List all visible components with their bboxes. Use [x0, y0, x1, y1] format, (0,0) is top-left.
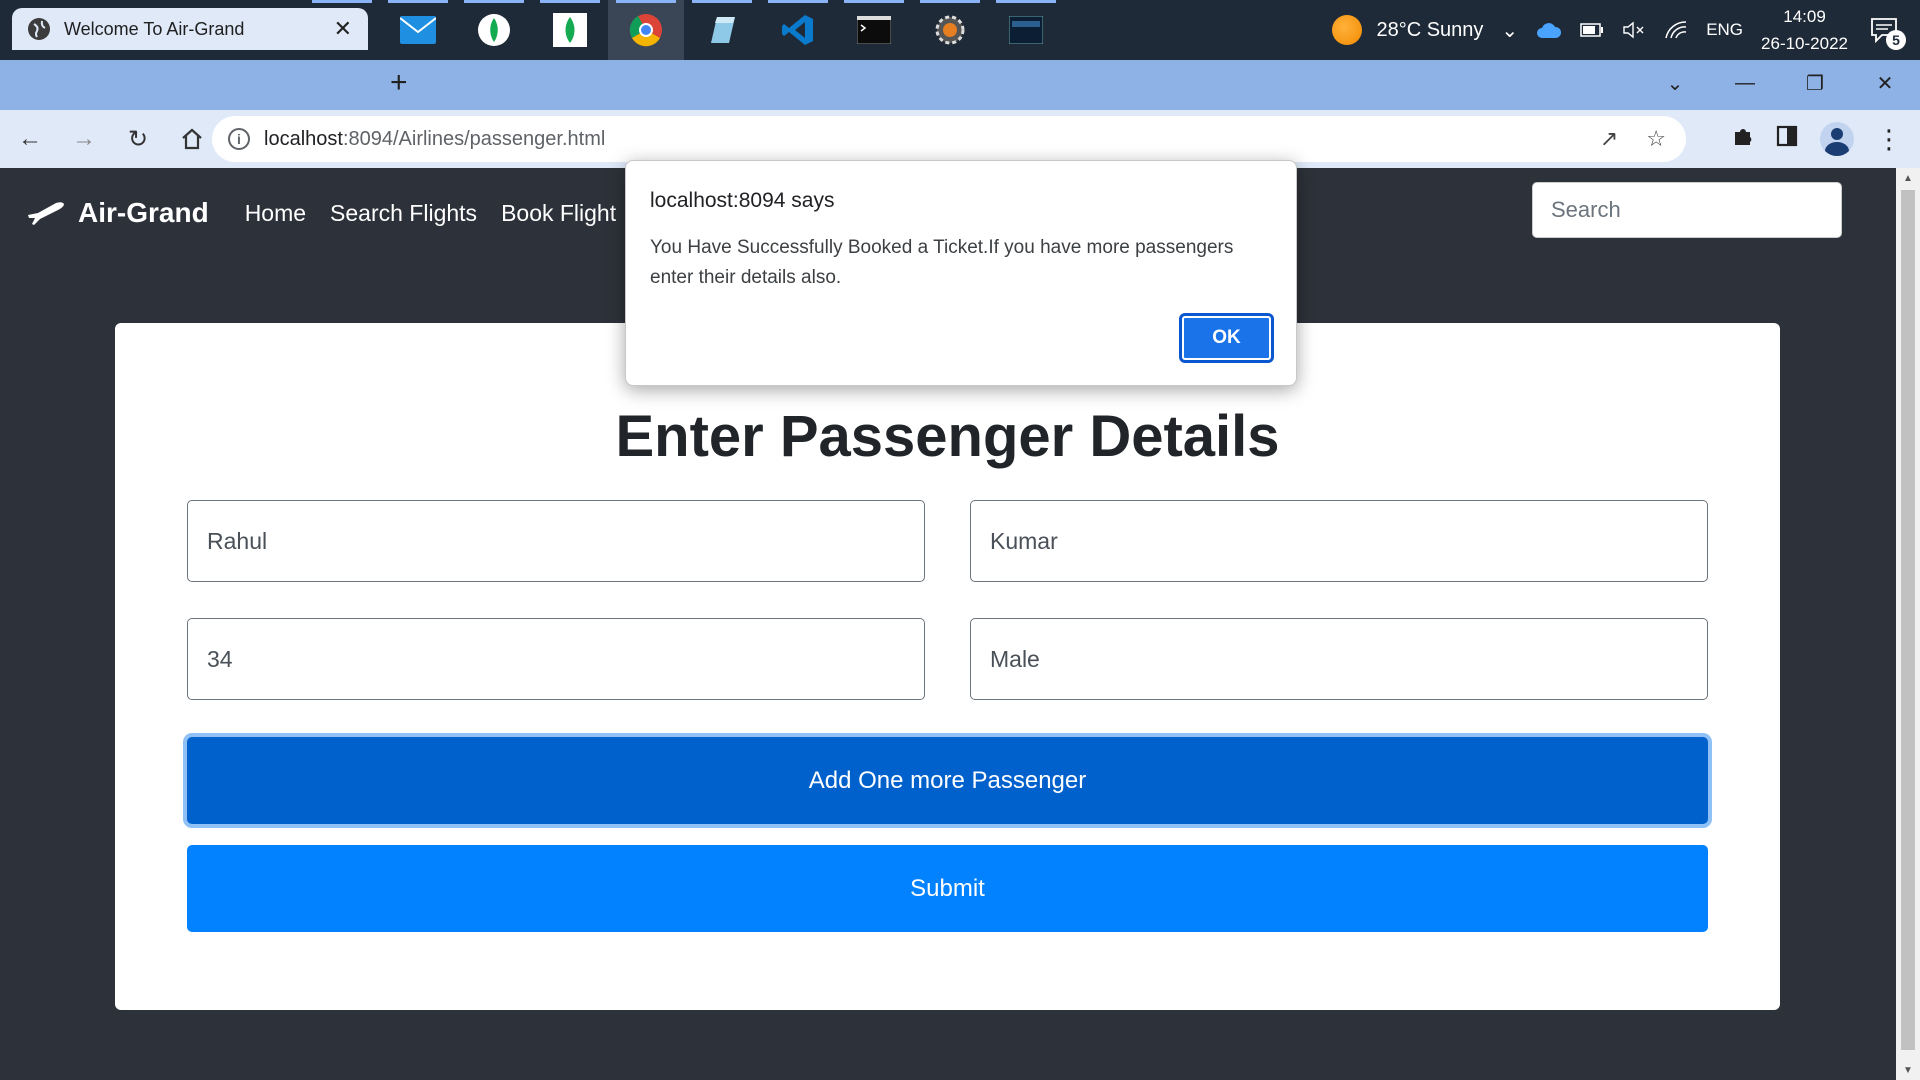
restore-icon[interactable]: ❐ — [1780, 60, 1850, 106]
brand-logo[interactable]: Air-Grand — [26, 197, 209, 229]
sun-icon — [1332, 15, 1363, 45]
close-window-icon[interactable]: ✕ — [1850, 60, 1920, 106]
age-input[interactable]: 34 — [187, 618, 925, 700]
last-name-input[interactable]: Kumar — [970, 500, 1708, 582]
airplane-icon — [28, 202, 64, 225]
clock[interactable]: 14:09 26-10-2022 — [1761, 3, 1848, 57]
wifi-icon[interactable] — [1664, 20, 1688, 40]
clock-date: 26-10-2022 — [1761, 34, 1848, 53]
brand-name: Air-Grand — [78, 197, 209, 228]
passenger-form-card: Enter Passenger Details Rahul Kumar 34 M… — [115, 323, 1780, 1010]
alert-message: You Have Successfully Booked a Ticket.If… — [650, 237, 1234, 288]
browser-tab-strip — [0, 60, 1920, 110]
onedrive-cloud-icon[interactable] — [1536, 21, 1562, 39]
weather-text: 28°C Sunny — [1376, 18, 1484, 41]
chevron-up-icon[interactable]: ⌄ — [1501, 18, 1518, 43]
new-tab-plus-icon[interactable]: + — [390, 66, 408, 100]
alert-dialog: localhost:8094 says You Have Successfull… — [625, 160, 1297, 386]
gender-input[interactable]: Male — [970, 618, 1708, 700]
language-indicator[interactable]: ENG — [1706, 20, 1743, 40]
kebab-menu-icon[interactable]: ⋮ — [1876, 124, 1902, 155]
system-tray: 28°C Sunny ⌄ ENG 14:09 26-10-2022 5 — [1332, 0, 1920, 60]
settings-gear-icon[interactable] — [912, 0, 988, 60]
forward-arrow-icon[interactable]: → — [60, 115, 108, 163]
globe-icon — [28, 18, 50, 40]
ok-button[interactable]: OK — [1179, 313, 1274, 363]
submit-button[interactable]: Submit — [187, 845, 1708, 932]
vscode-icon[interactable] — [760, 0, 836, 60]
page-title: Enter Passenger Details — [615, 404, 1280, 469]
scrollbar-thumb[interactable] — [1901, 190, 1915, 1050]
home-icon[interactable] — [168, 115, 216, 163]
weather-widget[interactable]: 28°C Sunny — [1332, 15, 1483, 45]
alert-title: localhost:8094 says — [650, 189, 835, 212]
nav-link-book-flight[interactable]: Book Flight — [501, 200, 616, 227]
terminal-icon[interactable] — [836, 0, 912, 60]
url-path: :8094/Airlines/passenger.html — [342, 127, 606, 150]
browser-tab[interactable]: Welcome To Air-Grand ✕ — [12, 8, 368, 50]
site-search-input[interactable]: Search — [1532, 182, 1842, 238]
speaker-muted-icon[interactable] — [1622, 20, 1646, 40]
mongodb-compass-icon[interactable] — [456, 0, 532, 60]
notification-count-badge: 5 — [1886, 30, 1906, 50]
url-host: localhost — [264, 127, 343, 150]
mysql-workbench-icon[interactable] — [988, 0, 1064, 60]
page-scrollbar[interactable]: ▲ ▼ — [1896, 168, 1920, 1080]
back-arrow-icon[interactable]: ← — [6, 115, 54, 163]
profile-avatar-icon[interactable] — [1820, 122, 1854, 156]
tab-title: Welcome To Air-Grand — [64, 18, 245, 39]
chrome-icon[interactable] — [608, 0, 684, 60]
extensions-puzzle-icon[interactable] — [1732, 125, 1754, 153]
side-panel-icon[interactable] — [1776, 125, 1798, 153]
site-navbar: Air-Grand Home Search Flights Book Fligh… — [26, 188, 640, 238]
notepad-icon[interactable] — [684, 0, 760, 60]
site-info-icon[interactable]: i — [228, 128, 250, 150]
mail-icon[interactable] — [380, 0, 456, 60]
battery-icon[interactable] — [1580, 23, 1604, 37]
reload-icon[interactable]: ↻ — [114, 115, 162, 163]
window-controls: ⌄ — ❐ ✕ — [1640, 60, 1920, 106]
tab-search-chevron-icon[interactable]: ⌄ — [1640, 60, 1710, 106]
scroll-up-arrow-icon[interactable]: ▲ — [1896, 168, 1920, 188]
bookmark-star-icon[interactable]: ☆ — [1646, 126, 1666, 152]
nav-link-home[interactable]: Home — [245, 200, 306, 227]
first-name-input[interactable]: Rahul — [187, 500, 925, 582]
nav-link-search-flights[interactable]: Search Flights — [330, 200, 477, 227]
share-icon[interactable]: ↗ — [1600, 126, 1618, 152]
address-bar[interactable]: i localhost:8094/Airlines/passenger.html… — [212, 116, 1686, 162]
mongodb-icon[interactable] — [532, 0, 608, 60]
clock-time: 14:09 — [1783, 7, 1826, 26]
close-tab-icon[interactable]: ✕ — [334, 16, 352, 42]
notification-center-icon[interactable]: 5 — [1866, 12, 1906, 50]
scroll-down-arrow-icon[interactable]: ▼ — [1896, 1060, 1920, 1080]
minimize-icon[interactable]: — — [1710, 60, 1780, 106]
add-passenger-button[interactable]: Add One more Passenger — [187, 737, 1708, 824]
